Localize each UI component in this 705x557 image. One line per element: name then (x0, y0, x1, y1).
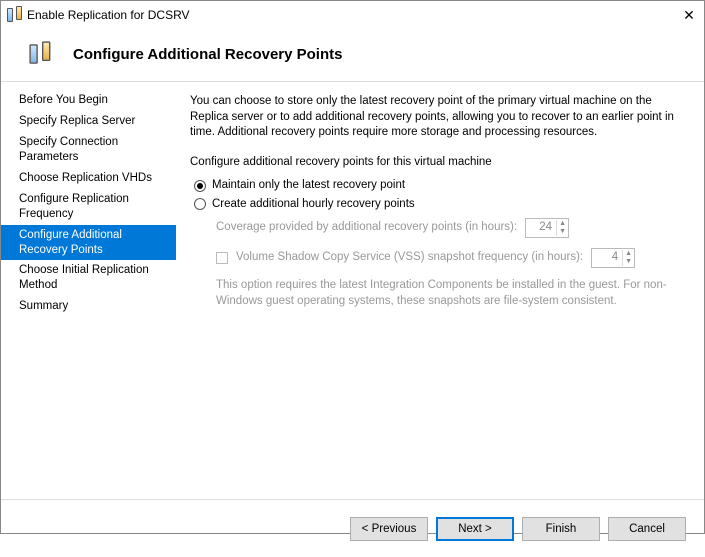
window-title: Enable Replication for DCSRV (27, 8, 682, 22)
coverage-value: 24 (526, 220, 556, 236)
spinner-arrows-icon: ▲▼ (556, 220, 568, 236)
vss-label: Volume Shadow Copy Service (VSS) snapsho… (236, 250, 583, 266)
sidebar-item-summary[interactable]: Summary (1, 296, 176, 317)
sidebar-item-specify-replica-server[interactable]: Specify Replica Server (1, 111, 176, 132)
vss-value: 4 (592, 250, 622, 266)
coverage-row: Coverage provided by additional recovery… (216, 218, 684, 238)
subhead-text: Configure additional recovery points for… (190, 155, 684, 171)
sidebar-item-before-you-begin[interactable]: Before You Begin (1, 90, 176, 111)
vss-row: Volume Shadow Copy Service (VSS) snapsho… (216, 248, 684, 268)
additional-options: Coverage provided by additional recovery… (216, 218, 684, 309)
intro-text: You can choose to store only the latest … (190, 94, 684, 141)
radio-create-additional[interactable]: Create additional hourly recovery points (194, 197, 684, 213)
radio-maintain-latest[interactable]: Maintain only the latest recovery point (194, 178, 684, 194)
sidebar-item-specify-connection-parameters[interactable]: Specify Connection Parameters (1, 132, 176, 168)
radio-label: Create additional hourly recovery points (212, 197, 415, 213)
main-panel: You can choose to store only the latest … (176, 82, 704, 499)
finish-button[interactable]: Finish (522, 517, 600, 541)
radio-icon (194, 180, 206, 192)
content: Before You Begin Specify Replica Server … (1, 81, 704, 499)
vss-checkbox[interactable] (216, 252, 228, 264)
replication-icon-large (29, 41, 54, 66)
close-icon[interactable]: ✕ (682, 8, 696, 22)
vss-spinner[interactable]: 4 ▲▼ (591, 248, 635, 268)
sidebar-item-choose-initial-replication-method[interactable]: Choose Initial Replication Method (1, 260, 176, 296)
page-title: Configure Additional Recovery Points (73, 46, 342, 63)
sidebar-item-choose-replication-vhds[interactable]: Choose Replication VHDs (1, 168, 176, 189)
cancel-button[interactable]: Cancel (608, 517, 686, 541)
footer: < Previous Next > Finish Cancel (1, 499, 704, 557)
replication-icon (7, 6, 25, 24)
coverage-label: Coverage provided by additional recovery… (216, 220, 517, 236)
sidebar-item-configure-additional-recovery-points[interactable]: Configure Additional Recovery Points (1, 225, 176, 261)
titlebar: Enable Replication for DCSRV ✕ (1, 1, 704, 29)
radio-label: Maintain only the latest recovery point (212, 178, 405, 194)
sidebar: Before You Begin Specify Replica Server … (1, 82, 176, 499)
vss-note: This option requires the latest Integrat… (216, 278, 684, 309)
header: Configure Additional Recovery Points (1, 29, 704, 81)
spinner-arrows-icon: ▲▼ (622, 250, 634, 266)
sidebar-item-configure-replication-frequency[interactable]: Configure Replication Frequency (1, 189, 176, 225)
coverage-spinner[interactable]: 24 ▲▼ (525, 218, 569, 238)
previous-button[interactable]: < Previous (350, 517, 428, 541)
radio-icon (194, 198, 206, 210)
next-button[interactable]: Next > (436, 517, 514, 541)
